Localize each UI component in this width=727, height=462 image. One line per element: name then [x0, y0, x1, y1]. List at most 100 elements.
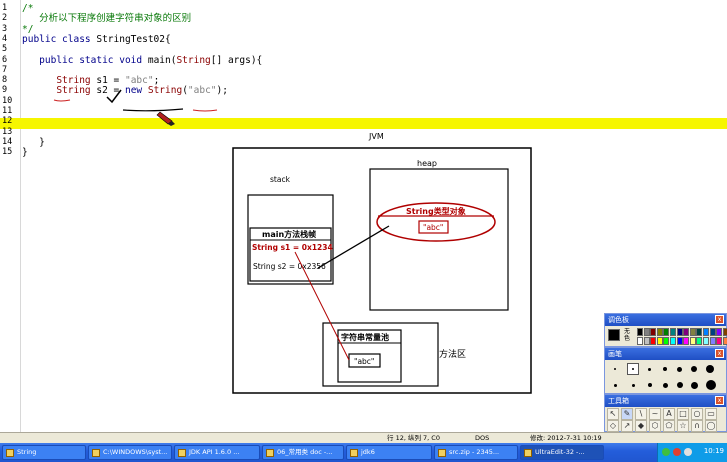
pen-icon[interactable]: ✎ — [621, 408, 633, 420]
ellipse-icon[interactable]: ○ — [691, 408, 703, 420]
color-swatch[interactable] — [643, 328, 650, 336]
tool-palette-titlebar: 工具箱 x — [605, 395, 726, 407]
status-bar: 行 12, 纵列 7, C0 DOS 修改: 2012-7-31 10:19 — [0, 432, 727, 443]
clock[interactable]: 10:19 — [704, 447, 724, 455]
color-swatch[interactable] — [683, 337, 690, 345]
color-swatch[interactable] — [637, 337, 643, 345]
brush-dot[interactable] — [706, 380, 716, 390]
line-icon[interactable]: \ — [635, 408, 647, 420]
color-swatch[interactable] — [709, 337, 716, 345]
brush-dot[interactable] — [632, 384, 635, 387]
color-swatch[interactable] — [716, 328, 723, 336]
no-color-label[interactable]: 无色 — [624, 328, 633, 342]
taskbar-button[interactable]: jdk6 — [346, 445, 432, 460]
window-icon — [524, 449, 532, 457]
text-icon[interactable]: A — [663, 408, 675, 420]
brush-dot[interactable] — [648, 368, 651, 371]
color-swatch[interactable] — [663, 337, 670, 345]
color-swatch[interactable] — [703, 328, 709, 336]
color-palette-title: 调色板 — [608, 316, 629, 324]
circle-icon[interactable]: ◯ — [705, 420, 717, 432]
color-swatch[interactable] — [696, 337, 703, 345]
file-format: DOS — [475, 434, 490, 442]
security-icon[interactable] — [673, 448, 681, 456]
brush-dot[interactable] — [706, 365, 714, 373]
taskbar-button[interactable]: C:\WINDOWS\syst... — [88, 445, 172, 460]
modified-time: 修改: 2012-7-31 10:19 — [530, 434, 602, 442]
taskbar-button-label: src.zip - 2345... — [449, 448, 500, 456]
select-arrow-icon[interactable]: ↖ — [607, 408, 619, 420]
brush-dot[interactable] — [648, 383, 652, 387]
s1-underline-annotation — [53, 99, 71, 102]
color-swatch[interactable] — [689, 328, 696, 336]
brush-palette: 画笔 x — [604, 347, 727, 394]
taskbar-button[interactable]: JDK API 1.6.0 ... — [174, 445, 260, 460]
window-icon — [92, 449, 100, 457]
system-tray: 10:19 — [657, 443, 727, 462]
taskbar-button[interactable]: src.zip - 2345... — [434, 445, 518, 460]
s2-reference: String s2 = 0x2356 — [253, 262, 326, 271]
brush-dot[interactable] — [614, 384, 617, 387]
color-swatch[interactable] — [637, 328, 643, 336]
color-swatch[interactable] — [670, 337, 676, 345]
color-swatch[interactable] — [683, 328, 690, 336]
rounded-rect-icon[interactable]: ▭ — [705, 408, 717, 420]
color-swatch[interactable] — [716, 337, 723, 345]
color-swatch[interactable] — [676, 328, 683, 336]
brush-dot[interactable] — [663, 383, 668, 388]
diamond-icon[interactable]: ◆ — [635, 420, 647, 432]
brush-palette-title: 画笔 — [608, 350, 622, 358]
pentagon-icon[interactable]: ⬠ — [663, 420, 675, 432]
volume-icon[interactable] — [684, 448, 692, 456]
brush-dot[interactable] — [663, 367, 667, 371]
checkmark-annotation — [106, 89, 122, 104]
brush-dot[interactable] — [614, 368, 616, 370]
color-swatch[interactable] — [670, 328, 676, 336]
main-frame-title: main方法栈帧 — [262, 229, 316, 239]
taskbar-button-label: C:\WINDOWS\syst... — [103, 448, 168, 456]
rectangle-icon[interactable]: □ — [677, 408, 689, 420]
color-swatch[interactable] — [722, 337, 727, 345]
pool-abc-text: "abc" — [354, 357, 374, 366]
method-area-label: 方法区 — [439, 348, 466, 360]
star-icon[interactable]: ☆ — [677, 420, 689, 432]
network-icon[interactable] — [662, 448, 670, 456]
color-swatch[interactable] — [722, 328, 727, 336]
arrow-icon[interactable]: ↗ — [621, 420, 633, 432]
jvm-label: JVM — [368, 132, 384, 141]
color-swatch[interactable] — [663, 328, 670, 336]
color-swatch[interactable] — [676, 337, 683, 345]
abc-underline-annotation — [192, 109, 218, 112]
color-swatch[interactable] — [696, 328, 703, 336]
tool-palette: 工具箱 x ↖ ✎ \ ~ A □ ○ ▭ ◇ ↗ ◆ ⬡ ⬠ ☆ ∩ ◯ — [604, 394, 727, 432]
close-icon[interactable]: x — [715, 315, 724, 324]
color-swatch[interactable] — [689, 337, 696, 345]
brush-dot[interactable] — [677, 382, 683, 388]
color-swatch[interactable] — [650, 337, 657, 345]
color-swatch[interactable] — [656, 337, 663, 345]
magnet-icon[interactable]: ∩ — [691, 420, 703, 432]
window-icon — [6, 449, 14, 457]
string-pool-title: 字符串常量池 — [341, 332, 389, 342]
color-swatch[interactable] — [703, 337, 709, 345]
brush-dot[interactable] — [691, 382, 698, 389]
tool-palette-title: 工具箱 — [608, 397, 629, 405]
brush-palette-titlebar: 画笔 x — [605, 348, 726, 360]
brush-dot[interactable] — [677, 367, 682, 372]
close-icon[interactable]: x — [715, 396, 724, 405]
brush-dot[interactable] — [691, 366, 697, 372]
color-swatch[interactable] — [709, 328, 716, 336]
color-swatch[interactable] — [656, 328, 663, 336]
color-swatch[interactable] — [650, 328, 657, 336]
hexagon-icon[interactable]: ⬡ — [649, 420, 661, 432]
heap-box — [369, 168, 509, 311]
curve-icon[interactable]: ~ — [649, 408, 661, 420]
taskbar-button[interactable]: UltraEdit-32 -... — [520, 445, 604, 460]
taskbar-button[interactable]: 06_常用类 doc -... — [262, 445, 344, 460]
window-icon — [438, 449, 446, 457]
polygon-icon[interactable]: ◇ — [607, 420, 619, 432]
brush-dot[interactable] — [632, 368, 634, 370]
close-icon[interactable]: x — [715, 349, 724, 358]
taskbar-button[interactable]: String — [2, 445, 86, 460]
color-swatch[interactable] — [643, 337, 650, 345]
